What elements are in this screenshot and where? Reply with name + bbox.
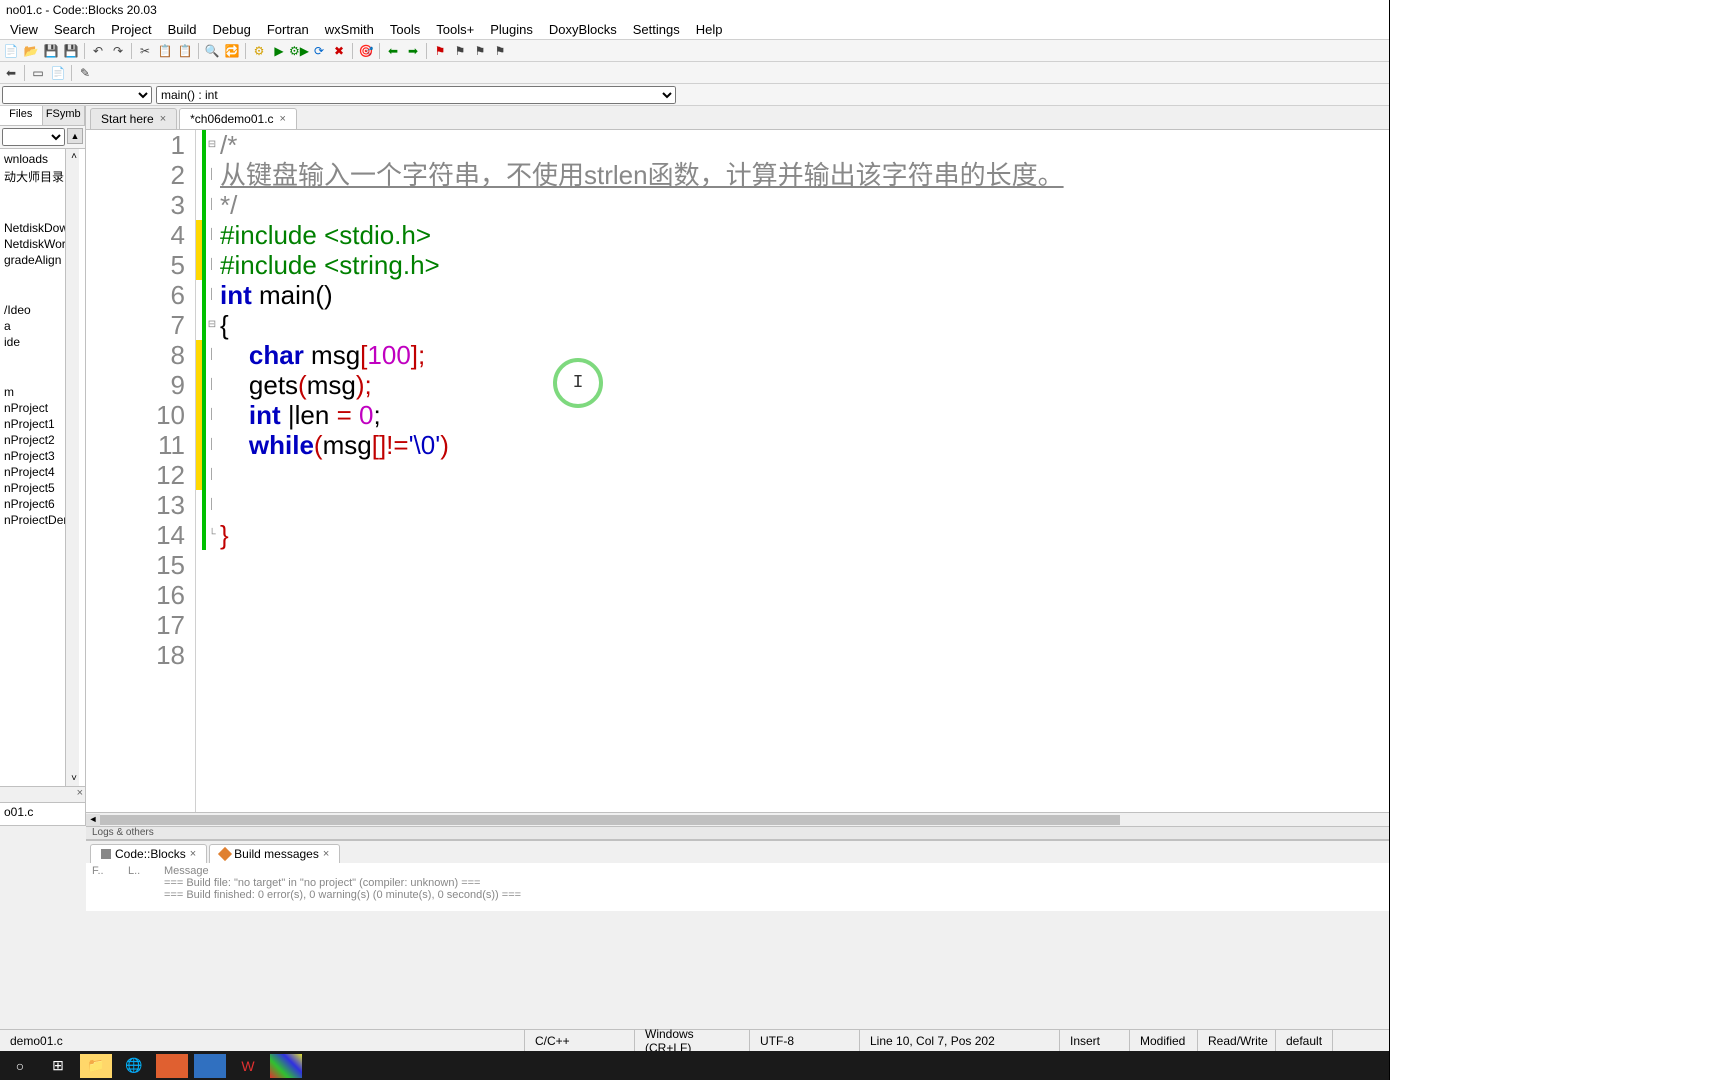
flag-prev-icon[interactable]: ⚑ [451,42,469,60]
tab-current-file[interactable]: *ch06demo01.c× [179,108,297,129]
blank-region [1389,0,1728,1080]
tab-start-here[interactable]: Start here× [90,108,177,129]
menu-help[interactable]: Help [688,20,731,39]
sidebar-up-icon[interactable]: ▲ [67,128,83,144]
menu-project[interactable]: Project [103,20,159,39]
chrome-icon[interactable]: 🌐 [118,1054,150,1078]
gear-icon [101,849,111,859]
status-readwrite: Read/Write [1198,1030,1276,1051]
sidebar-tab-files[interactable]: Files [0,106,43,125]
close-icon[interactable]: × [77,787,83,799]
wand-icon[interactable]: ✎ [76,64,94,82]
log-tab-codeblocks[interactable]: Code::Blocks× [90,844,207,863]
save-icon[interactable]: 💾 [42,42,60,60]
status-bar: demo01.c C/C++ Windows (CR+LF) UTF-8 Lin… [0,1029,1389,1051]
replace-icon[interactable]: 🔁 [223,42,241,60]
close-icon[interactable]: × [190,848,196,860]
codeblocks-icon[interactable] [194,1054,226,1078]
taskbar[interactable]: ○ ⊞ 📁 🌐 W [0,1051,1389,1080]
build-icon[interactable]: ⚙ [250,42,268,60]
sidebar: Files FSymb ▲ ˄ wnloads 动大师目录 NetdiskDow… [0,106,86,826]
sidebar-filter-select[interactable] [2,128,65,146]
change-markers [196,130,206,812]
run-icon[interactable]: ▶ [270,42,288,60]
function-select[interactable]: main() : int [156,86,676,104]
status-language[interactable]: C/C++ [525,1030,635,1051]
menu-debug[interactable]: Debug [205,20,259,39]
wps-icon[interactable]: W [232,1054,264,1078]
close-icon[interactable]: × [280,113,286,125]
menu-wxsmith[interactable]: wxSmith [317,20,382,39]
status-modified: Modified [1130,1030,1198,1051]
menu-view[interactable]: View [2,20,46,39]
window-title: no01.c - Code::Blocks 20.03 [6,3,157,17]
diamond-icon [218,847,232,861]
explorer-icon[interactable]: 📁 [80,1054,112,1078]
scroll-up-icon[interactable]: ˄ [71,151,77,162]
flag-icon[interactable]: ⚑ [431,42,449,60]
status-encoding[interactable]: UTF-8 [750,1030,860,1051]
log-line: === Build finished: 0 error(s), 0 warnin… [164,889,521,901]
back-icon[interactable]: ⬅ [2,64,20,82]
status-insert-mode[interactable]: Insert [1060,1030,1130,1051]
scroll-left-icon[interactable]: ◄ [86,814,100,826]
flag-clear-icon[interactable]: ⚑ [491,42,509,60]
menu-search[interactable]: Search [46,20,103,39]
scope-select[interactable] [2,86,152,104]
status-profile[interactable]: default [1276,1030,1333,1051]
close-icon[interactable]: × [160,113,166,125]
build-run-icon[interactable]: ⚙▶ [290,42,308,60]
rebuild-icon[interactable]: ⟳ [310,42,328,60]
new-file-icon[interactable]: 📄 [2,42,20,60]
log-line: === Build file: "no target" in "no proje… [164,877,480,889]
menu-build[interactable]: Build [160,20,205,39]
cursor-highlight-icon: I [553,358,603,408]
next-icon[interactable]: ➡ [404,42,422,60]
line-numbers: 123456789101112131415161718 [86,130,196,812]
redo-icon[interactable]: ↷ [109,42,127,60]
save-all-icon[interactable]: 💾 [62,42,80,60]
app2-icon[interactable] [270,1054,302,1078]
scroll-down-icon[interactable]: ˅ [71,773,77,784]
sidebar-current-file[interactable]: o01.c [0,802,85,826]
app-icon[interactable] [156,1054,188,1078]
doc-icon[interactable]: 📄 [49,64,67,82]
start-icon[interactable]: ○ [4,1054,36,1078]
open-icon[interactable]: 📂 [22,42,40,60]
status-eol[interactable]: Windows (CR+LF) [635,1030,750,1051]
fold-markers[interactable]: ⊟│││││⊟││││││└ [206,130,218,812]
menu-doxyblocks[interactable]: DoxyBlocks [541,20,625,39]
menu-fortran[interactable]: Fortran [259,20,317,39]
copy-icon[interactable]: 📋 [156,42,174,60]
close-icon[interactable]: × [323,848,329,860]
menu-plugins[interactable]: Plugins [482,20,541,39]
cut-icon[interactable]: ✂ [136,42,154,60]
sidebar-tab-fsymb[interactable]: FSymb [43,106,86,125]
file-tree[interactable]: ˄ wnloads 动大师目录 NetdiskDow NetdiskWorl g… [0,148,85,786]
flag-next-icon[interactable]: ⚑ [471,42,489,60]
status-position: Line 10, Col 7, Pos 202 [860,1030,1060,1051]
menu-settings[interactable]: Settings [625,20,688,39]
target-icon[interactable]: 🎯 [357,42,375,60]
log-tab-build[interactable]: Build messages× [209,844,340,863]
select-icon[interactable]: ▭ [29,64,47,82]
taskview-icon[interactable]: ⊞ [42,1054,74,1078]
abort-icon[interactable]: ✖ [330,42,348,60]
menu-toolsplus[interactable]: Tools+ [428,20,482,39]
menu-tools[interactable]: Tools [382,20,428,39]
status-filename: demo01.c [0,1030,525,1051]
paste-icon[interactable]: 📋 [176,42,194,60]
find-icon[interactable]: 🔍 [203,42,221,60]
undo-icon[interactable]: ↶ [89,42,107,60]
prev-icon[interactable]: ⬅ [384,42,402,60]
